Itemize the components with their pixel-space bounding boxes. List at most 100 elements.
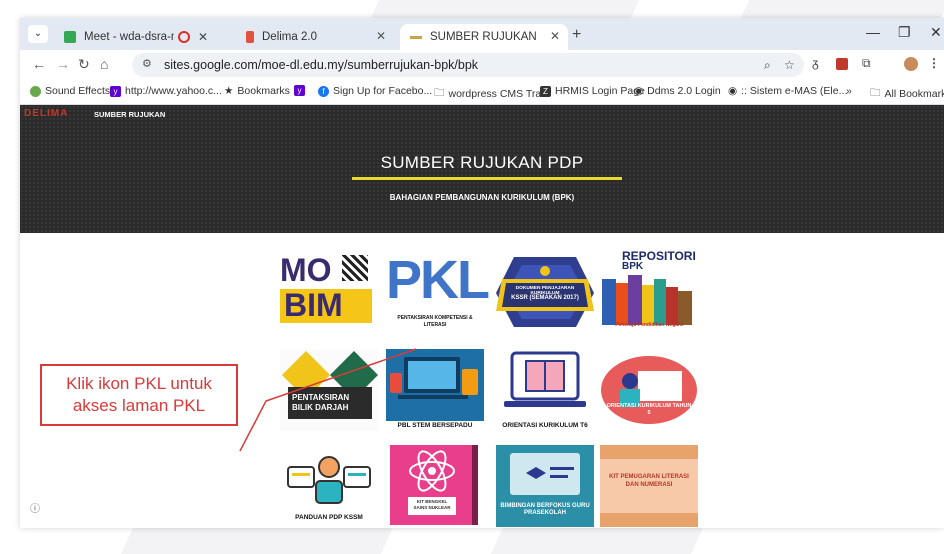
tile-mobim[interactable]: MO BIM — [280, 249, 378, 331]
page-content: DELIMA SUMBER RUJUKAN SUMBER RUJUKAN PDP… — [20, 105, 944, 528]
bookmark-item[interactable]: f Sign Up for Facebo... — [318, 85, 432, 97]
menu-icon[interactable]: ⋮ — [928, 56, 940, 70]
tile-dokumen-penjajaran[interactable]: DOKUMEN PENJAJARAN KURIKULUM KSSR (SEMAK… — [496, 249, 594, 331]
close-icon[interactable]: ✕ — [376, 29, 386, 43]
back-icon[interactable]: ← — [32, 56, 46, 72]
stem-caption: PBL STEM BERSEPADU — [397, 422, 473, 429]
extension-icon[interactable]: ᵹ — [812, 56, 819, 70]
pkl-caption: PENTAKSIRAN KOMPETENSI & LITERASI — [397, 315, 473, 328]
bookmark-item[interactable]: ◉ Ddms 2.0 Login — [634, 85, 721, 97]
close-icon[interactable]: ✕ — [198, 30, 208, 44]
title-underline — [352, 177, 622, 180]
extension-red-icon[interactable] — [836, 58, 848, 70]
mobim-bottom: BIM — [284, 287, 343, 323]
bookmark-item[interactable]: Sound Effects — [30, 85, 110, 97]
bookmark-item[interactable]: y — [294, 85, 309, 96]
tile-pkl[interactable]: PKL PENTAKSIRAN KOMPETENSI & LITERASI — [386, 249, 490, 331]
bookmark-item[interactable]: Z HRMIS Login Page — [540, 85, 645, 97]
tile-orientasi-t6[interactable]: ORIENTASI KURIKULUM T6 — [496, 349, 594, 431]
bookmark-item[interactable]: ◉ :: Sistem e-MAS (Ele... — [728, 85, 847, 97]
record-icon — [178, 31, 190, 43]
stem-graphic — [386, 349, 484, 421]
nuklear-caption: KIT BENGKEL SAINS NUKLEAR — [413, 499, 451, 510]
avatar[interactable] — [904, 57, 918, 71]
tile-orientasi-tahun5[interactable]: ORIENTASI KURIKULUM TAHUN 5 — [600, 349, 698, 431]
site-name[interactable]: SUMBER RUJUKAN — [94, 110, 165, 119]
tab-strip: ⌄ Meet - wda-dsra-mzp ✕ Delima 2.0 ✕ SUM… — [20, 18, 944, 50]
tile-repositori[interactable]: REPOSITORI BPK Peneraju Pendidikan Negar… — [600, 249, 698, 331]
tab-label: SUMBER RUJUKAN — [430, 31, 537, 43]
toolbar: ← → ↻ ⌂ ⚙ sites.google.com/moe-dl.edu.my… — [20, 50, 944, 80]
page-subtitle: BAHAGIAN PEMBANGUNAN KURIKULUM (BPK) — [389, 193, 575, 202]
tab-label: Delima 2.0 — [262, 31, 317, 43]
tile-pbl-stem[interactable]: PBL STEM BERSEPADU — [386, 349, 484, 431]
bookmark-star-icon[interactable]: ☆ — [784, 58, 795, 72]
more-bookmarks-icon[interactable]: » — [846, 85, 852, 97]
globe-icon: ◉ — [728, 85, 738, 97]
info-icon[interactable]: ⓘ — [30, 500, 40, 515]
site-favicon-icon — [410, 35, 422, 39]
home-icon[interactable]: ⌂ — [100, 56, 108, 72]
tab-sumber-rujukan[interactable]: SUMBER RUJUKAN ✕ — [400, 24, 568, 50]
bookmark-folder[interactable]: 🗀 All Bookmarks — [870, 85, 944, 103]
facebook-icon: f — [318, 85, 329, 97]
site-logo[interactable]: DELIMA — [24, 108, 68, 119]
tile-bimbingan-prasekolah[interactable]: BIMBINGAN BERFOKUS GURU PRASEKOLAH — [496, 445, 594, 527]
callout-line2: akses laman PKL — [72, 396, 206, 415]
tahun5-graphic — [601, 356, 697, 424]
tab-recording[interactable]: ✕ — [178, 24, 234, 50]
tab-meet[interactable]: Meet - wda-dsra-mzp — [56, 24, 174, 50]
tab-search-button[interactable]: ⌄ — [28, 25, 48, 43]
yahoo-icon: y — [110, 85, 121, 97]
bookmark-item[interactable]: ★ Bookmarks — [224, 85, 290, 97]
mobim-top: MO — [280, 252, 332, 288]
repositori-sub: BPK — [622, 261, 644, 272]
forward-icon[interactable]: → — [56, 56, 70, 72]
folder-icon: 🗀 — [434, 87, 445, 99]
prasekolah-caption: BIMBINGAN BERFOKUS GURU PRASEKOLAH — [500, 503, 590, 516]
tile-pentaksiran-bilik-darjah[interactable]: PENTAKSIRAN BILIK DARJAH — [280, 349, 378, 431]
minimize-icon[interactable]: — — [866, 24, 880, 40]
literasi-caption: KIT PEMUGARAN LITERASI DAN NUMERASI — [609, 474, 689, 488]
kssm-caption: PANDUAN PDP KSSM — [295, 514, 363, 521]
close-window-icon[interactable]: ✕ — [930, 24, 942, 41]
close-icon[interactable]: ✕ — [550, 29, 560, 43]
site-settings-icon[interactable]: ⚙ — [142, 57, 152, 70]
bookmarks-bar: Sound Effects y http://www.yahoo.c... ★ … — [20, 80, 944, 105]
yahoo-icon: y — [294, 85, 305, 96]
callout-line1: Klik ikon PKL untuk — [66, 374, 212, 393]
zoom-icon[interactable]: ⌕ — [764, 58, 771, 73]
repositori-caption: Peneraju Pendidikan Negara — [615, 322, 683, 328]
pbd-graphic — [280, 349, 378, 431]
kssm-graphic — [287, 456, 371, 504]
site-banner: DELIMA SUMBER RUJUKAN SUMBER RUJUKAN PDP… — [20, 105, 944, 233]
tile-literasi-numerasi[interactable]: KIT PEMUGARAN LITERASI DAN NUMERASI — [600, 445, 698, 527]
extensions-puzzle-icon[interactable]: ⧉ — [862, 56, 871, 71]
bookmark-item[interactable]: y http://www.yahoo.c... — [110, 85, 222, 97]
t6-graphic — [504, 351, 586, 407]
delima-icon — [246, 31, 254, 43]
page-title: SUMBER RUJUKAN PDP — [380, 153, 584, 172]
bookmark-folder[interactable]: 🗀 wordpress CMS Tra... — [434, 85, 550, 103]
instruction-callout: Klik ikon PKL untuk akses laman PKL — [40, 364, 238, 426]
url-text: sites.google.com/moe-dl.edu.my/sumberruj… — [164, 58, 479, 72]
dokumen-line2: KSSR (SEMAKAN 2017) — [511, 295, 579, 301]
qr-code-icon — [342, 255, 368, 281]
leaf-icon — [30, 85, 41, 97]
pbd-caption: PENTAKSIRAN BILIK DARJAH — [292, 393, 350, 412]
restore-icon[interactable]: ❐ — [898, 24, 911, 41]
t6-caption: ORIENTASI KURIKULUM T6 — [502, 422, 588, 429]
globe-icon: ◉ — [634, 85, 644, 97]
hrmis-icon: Z — [540, 85, 551, 97]
tile-panduan-pdp-kssm[interactable]: PANDUAN PDP KSSM — [280, 445, 378, 527]
tile-sains-nuklear[interactable]: KIT BENGKEL SAINS NUKLEAR — [386, 445, 484, 527]
tab-delima[interactable]: Delima 2.0 ✕ — [246, 24, 394, 50]
nuklear-graphic — [390, 445, 478, 525]
address-bar[interactable]: ⚙ sites.google.com/moe-dl.edu.my/sumberr… — [132, 53, 804, 77]
reload-icon[interactable]: ↻ — [78, 56, 90, 73]
tab-label: Meet - wda-dsra-mzp — [84, 31, 174, 43]
new-tab-button[interactable]: + — [572, 26, 581, 44]
tahun5-caption: ORIENTASI KURIKULUM TAHUN 5 — [606, 403, 692, 416]
meet-icon — [64, 31, 76, 43]
star-icon: ★ — [224, 85, 234, 97]
